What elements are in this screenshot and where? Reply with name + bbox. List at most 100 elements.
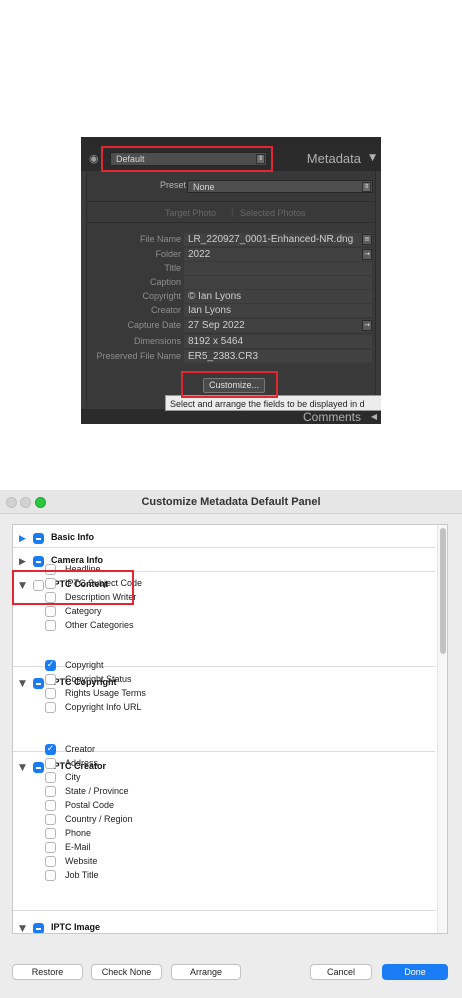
arrange-button[interactable]: Arrange bbox=[171, 964, 241, 980]
group-basic-info[interactable]: ▶ Basic Info bbox=[19, 531, 319, 547]
field-value[interactable] bbox=[184, 276, 372, 289]
field-value[interactable] bbox=[184, 262, 372, 275]
item-label: IPTC Subject Code bbox=[65, 578, 143, 588]
item-checkbox[interactable] bbox=[45, 786, 56, 797]
list-item[interactable]: Other Categories bbox=[45, 619, 345, 633]
comments-title: Comments bbox=[302, 410, 361, 424]
item-label: Copyright bbox=[65, 660, 104, 670]
panel-preset-dropdown[interactable]: Default ⇕ bbox=[110, 152, 267, 166]
scrollbar[interactable] bbox=[437, 525, 447, 933]
item-checkbox[interactable] bbox=[45, 870, 56, 881]
item-checkbox[interactable] bbox=[45, 800, 56, 811]
restore-button[interactable]: Restore bbox=[12, 964, 83, 980]
group-iptc-image[interactable]: ▼ IPTC Image bbox=[19, 921, 319, 933]
item-checkbox[interactable] bbox=[45, 842, 56, 853]
checkmark-icon[interactable]: ✓ bbox=[45, 744, 56, 755]
field-label: Title bbox=[164, 263, 181, 273]
tab-target-photo[interactable]: Target Photo bbox=[165, 208, 216, 218]
field-value[interactable]: ER5_2383.CR3 bbox=[184, 350, 372, 363]
group-checkbox[interactable] bbox=[33, 923, 44, 933]
customize-button[interactable]: Customize... bbox=[203, 378, 265, 393]
disclosure-down-icon[interactable]: ▼ bbox=[19, 678, 30, 690]
group-checkbox[interactable] bbox=[33, 762, 44, 773]
cancel-button[interactable]: Cancel bbox=[310, 964, 372, 980]
disclosure-right-icon[interactable]: ▶ bbox=[19, 556, 30, 568]
title-bar: Customize Metadata Default Panel bbox=[0, 490, 462, 514]
list-item[interactable]: E-Mail bbox=[45, 841, 345, 855]
field-label: Preserved File Name bbox=[96, 351, 181, 361]
field-label: Dimensions bbox=[133, 336, 181, 346]
list-item[interactable]: IPTC Subject Code bbox=[45, 577, 345, 591]
list-item[interactable]: Address bbox=[45, 757, 345, 771]
group-checkbox[interactable] bbox=[33, 556, 44, 567]
item-checkbox[interactable] bbox=[45, 758, 56, 769]
item-label: Job Title bbox=[65, 870, 99, 880]
list-item[interactable]: Description Writer bbox=[45, 591, 345, 605]
field-value[interactable]: 27 Sep 2022 bbox=[184, 319, 372, 332]
list-item[interactable]: Copyright Status bbox=[45, 673, 345, 687]
group-checkbox[interactable] bbox=[33, 580, 44, 591]
item-checkbox[interactable] bbox=[45, 772, 56, 783]
metadata-fields-list: ▶ Basic Info ▶ Camera Info ▼ IPTC Content Head… bbox=[12, 524, 448, 934]
field-label: Folder bbox=[155, 249, 181, 259]
target-tabs: Target Photo | Selected Photos bbox=[86, 201, 376, 223]
list-item[interactable]: Website bbox=[45, 855, 345, 869]
item-checkbox[interactable] bbox=[45, 688, 56, 699]
item-checkbox[interactable] bbox=[45, 702, 56, 713]
stepper-arrows-icon: ⇕ bbox=[362, 182, 371, 192]
metadata-panel-header[interactable]: ◉ Default ⇕ Metadata ▼ bbox=[81, 147, 381, 171]
list-item[interactable]: Phone bbox=[45, 827, 345, 841]
checkmark-icon[interactable]: ✓ bbox=[45, 660, 56, 671]
go-to-arrow-icon[interactable]: → bbox=[362, 320, 372, 331]
item-checkbox[interactable] bbox=[45, 606, 56, 617]
list-item[interactable]: Job Title bbox=[45, 869, 345, 883]
field-value[interactable]: LR_220927_0001-Enhanced-NR.dng bbox=[184, 233, 372, 246]
group-checkbox[interactable] bbox=[33, 533, 44, 544]
collapse-triangle-icon[interactable]: ▼ bbox=[369, 153, 376, 163]
list-item[interactable]: City bbox=[45, 771, 345, 785]
list-item[interactable]: Category bbox=[45, 605, 345, 619]
collapse-triangle-icon[interactable]: ◀ bbox=[371, 412, 377, 421]
list-item[interactable]: Rights Usage Terms bbox=[45, 687, 345, 701]
item-label: Headline bbox=[65, 564, 101, 574]
item-checkbox[interactable] bbox=[45, 592, 56, 603]
disclosure-right-icon[interactable]: ▶ bbox=[19, 533, 30, 545]
field-value[interactable]: © Ian Lyons bbox=[184, 290, 372, 303]
done-button[interactable]: Done bbox=[382, 964, 448, 980]
item-checkbox[interactable] bbox=[45, 578, 56, 589]
check-none-button[interactable]: Check None bbox=[91, 964, 162, 980]
list-item[interactable]: ✓ Copyright bbox=[45, 659, 345, 673]
field-value[interactable]: 8192 x 5464 bbox=[184, 335, 372, 348]
list-icon[interactable]: ≡ bbox=[362, 234, 372, 245]
list-item[interactable]: Country / Region bbox=[45, 813, 345, 827]
metadata-preset-dropdown[interactable]: None ⇕ bbox=[187, 180, 373, 193]
tab-selected-photos[interactable]: Selected Photos bbox=[240, 208, 306, 218]
field-value[interactable]: 2022 bbox=[184, 248, 372, 261]
item-label: Creator bbox=[65, 744, 96, 754]
scroll-thumb[interactable] bbox=[440, 528, 446, 654]
comments-panel-header[interactable]: Comments ◀ bbox=[81, 409, 381, 424]
preset-label: Preset bbox=[159, 180, 186, 190]
list-item[interactable]: Copyright Info URL bbox=[45, 701, 345, 715]
disclosure-down-icon[interactable]: ▼ bbox=[19, 762, 30, 774]
go-to-arrow-icon[interactable]: → bbox=[362, 249, 372, 260]
list-item[interactable]: Postal Code bbox=[45, 799, 345, 813]
item-checkbox[interactable] bbox=[45, 674, 56, 685]
item-checkbox[interactable] bbox=[45, 856, 56, 867]
group-checkbox[interactable] bbox=[33, 678, 44, 689]
list-item[interactable]: ✓ Creator bbox=[45, 743, 345, 757]
item-checkbox[interactable] bbox=[45, 814, 56, 825]
item-label: Other Categories bbox=[65, 620, 134, 630]
disclosure-down-icon[interactable]: ▼ bbox=[19, 923, 30, 933]
item-checkbox[interactable] bbox=[45, 620, 56, 631]
list-item[interactable]: State / Province bbox=[45, 785, 345, 799]
field-value[interactable]: Ian Lyons bbox=[184, 304, 372, 317]
disclosure-down-icon[interactable]: ▼ bbox=[19, 580, 30, 592]
field-label: Creator bbox=[150, 305, 181, 315]
field-label: Copyright bbox=[142, 291, 181, 301]
eye-icon[interactable]: ◉ bbox=[89, 153, 101, 165]
list-item[interactable]: Headline bbox=[45, 563, 345, 577]
item-label: Copyright Status bbox=[65, 674, 132, 684]
item-checkbox[interactable] bbox=[45, 564, 56, 575]
item-checkbox[interactable] bbox=[45, 828, 56, 839]
